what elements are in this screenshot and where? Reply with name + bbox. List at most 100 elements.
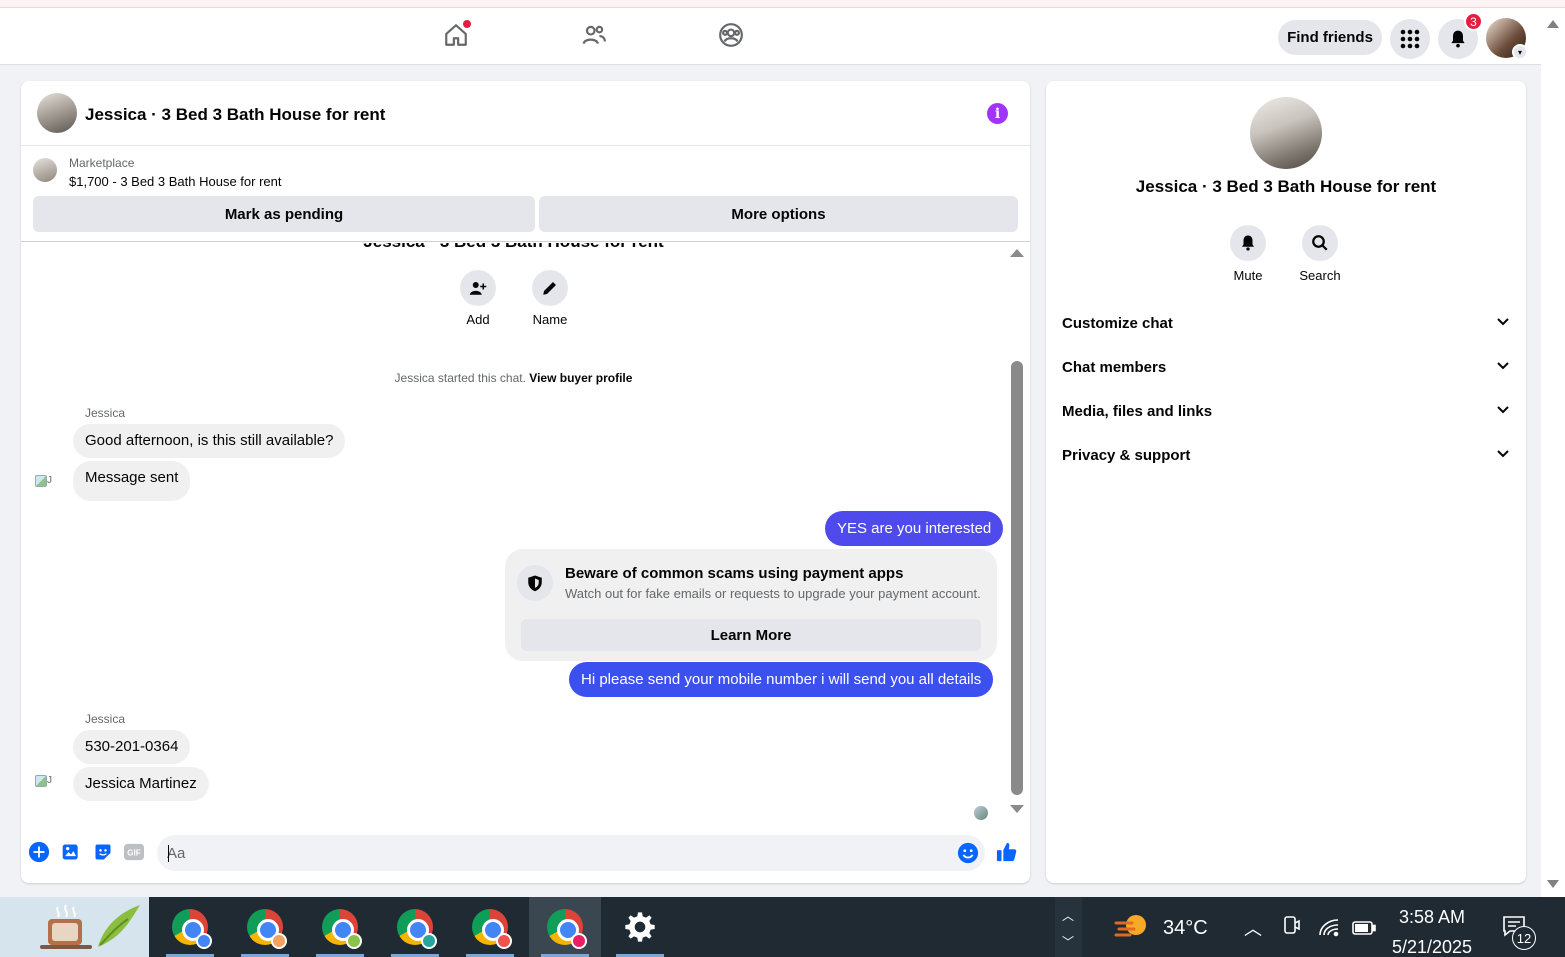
scam-warning-card: Beware of common scams using payment app… bbox=[505, 549, 997, 661]
incoming-message[interactable]: 530-201-0364 bbox=[73, 730, 191, 764]
section-customize-chat[interactable]: Customize chat bbox=[1062, 301, 1510, 345]
temperature[interactable]: 34°C bbox=[1163, 917, 1208, 940]
menu-grid-icon[interactable] bbox=[1390, 19, 1430, 59]
thumbs-up-icon[interactable] bbox=[996, 841, 1018, 863]
chevron-up-icon[interactable]: ︿ bbox=[1062, 907, 1074, 924]
chrome-profile-1-icon[interactable] bbox=[154, 897, 226, 957]
chevron-down-icon[interactable]: ▾ bbox=[1512, 44, 1528, 60]
chevron-down-icon bbox=[1496, 402, 1510, 420]
chat-avatar[interactable] bbox=[37, 93, 77, 133]
scam-warning-title: Beware of common scams using payment app… bbox=[565, 565, 904, 582]
chrome-profile-6-icon[interactable] bbox=[529, 897, 601, 957]
settings-gear-icon[interactable] bbox=[604, 897, 676, 957]
incoming-message[interactable]: Message sent bbox=[73, 461, 191, 501]
scroll-up-arrow-icon[interactable] bbox=[1547, 20, 1559, 28]
page-scrollbar[interactable] bbox=[1541, 8, 1565, 897]
name-label: Name bbox=[532, 312, 568, 327]
conversation-title: Jessica · 3 Bed 3 Bath House for rent bbox=[1135, 177, 1437, 196]
outgoing-message[interactable]: Hi please send your mobile number i will… bbox=[569, 662, 994, 697]
wifi-icon[interactable] bbox=[1318, 917, 1340, 942]
chrome-profile-3-icon[interactable] bbox=[304, 897, 376, 957]
message-input-wrapper bbox=[157, 835, 985, 871]
section-label: Customize chat bbox=[1062, 314, 1173, 332]
view-buyer-profile-link[interactable]: View buyer profile bbox=[529, 371, 632, 385]
info-icon[interactable]: i bbox=[987, 103, 1008, 124]
gif-icon[interactable]: GIF bbox=[123, 841, 145, 863]
sender-name: Jessica bbox=[85, 712, 126, 726]
chat-scrollbar[interactable] bbox=[1006, 243, 1030, 821]
chat-panel: Jessica · 3 Bed 3 Bath House for rent i … bbox=[21, 81, 1030, 883]
chrome-profile-4-icon[interactable] bbox=[379, 897, 451, 957]
sender-avatar-broken[interactable]: J bbox=[35, 775, 63, 803]
scroll-up-arrow-icon[interactable] bbox=[1010, 249, 1024, 257]
learn-more-button[interactable]: Learn More bbox=[521, 619, 981, 651]
battery-icon[interactable] bbox=[1352, 919, 1376, 940]
photo-icon[interactable] bbox=[60, 841, 82, 863]
shield-icon bbox=[517, 565, 553, 601]
message-list: Jessica · 3 Bed 3 Bath House for rent Ad… bbox=[21, 243, 1030, 821]
clock-date: 5/21/2025 bbox=[1391, 937, 1473, 957]
emoji-icon[interactable] bbox=[957, 842, 979, 869]
camera-icon[interactable] bbox=[1283, 915, 1301, 940]
chevron-down-icon bbox=[1496, 358, 1510, 376]
section-chat-members[interactable]: Chat members bbox=[1062, 345, 1510, 389]
notification-count-badge: 3 bbox=[1464, 12, 1483, 31]
home-icon[interactable] bbox=[441, 20, 471, 50]
scroll-thumb[interactable] bbox=[1011, 361, 1023, 795]
search-icon bbox=[1302, 225, 1338, 261]
chat-started-notice: Jessica started this chat. View buyer pr… bbox=[21, 371, 1006, 385]
section-media-files-links[interactable]: Media, files and links bbox=[1062, 389, 1510, 433]
conversation-title-cutoff: Jessica · 3 Bed 3 Bath House for rent bbox=[21, 243, 1006, 252]
outgoing-message[interactable]: YES are you interested bbox=[825, 511, 1004, 546]
groups-icon[interactable] bbox=[716, 20, 746, 50]
sticker-icon[interactable] bbox=[92, 841, 114, 863]
listing-source: Marketplace bbox=[69, 156, 135, 170]
svg-text:GIF: GIF bbox=[127, 849, 141, 858]
text-cursor bbox=[168, 845, 169, 862]
add-label: Add bbox=[466, 312, 490, 327]
widgets-tea-icon[interactable] bbox=[0, 897, 149, 957]
mute-button[interactable]: Mute bbox=[1218, 225, 1278, 283]
plus-circle-icon[interactable] bbox=[28, 841, 50, 863]
friends-icon[interactable] bbox=[579, 20, 609, 50]
message-input[interactable] bbox=[167, 835, 927, 871]
clock-time: 3:58 AM bbox=[1398, 907, 1466, 927]
more-options-button[interactable]: More options bbox=[539, 196, 1018, 232]
scam-warning-text: Watch out for fake emails or requests to… bbox=[565, 586, 981, 601]
message-composer: GIF bbox=[21, 831, 1030, 875]
search-button[interactable]: Search bbox=[1290, 225, 1350, 283]
mute-label: Mute bbox=[1233, 268, 1263, 283]
chrome-profile-5-icon[interactable] bbox=[454, 897, 526, 957]
taskbar-scroll[interactable]: ︿ ﹀ bbox=[1055, 897, 1082, 957]
chevron-up-icon[interactable]: ︿ bbox=[1244, 915, 1262, 941]
chat-info-panel: Jessica · 3 Bed 3 Bath House for rent Mu… bbox=[1046, 81, 1526, 883]
chrome-profile-2-icon[interactable] bbox=[229, 897, 301, 957]
seen-avatar-icon bbox=[974, 806, 988, 820]
incoming-message[interactable]: Jessica Martinez bbox=[73, 767, 209, 801]
home-notification-dot bbox=[463, 20, 471, 28]
section-label: Chat members bbox=[1062, 358, 1167, 376]
browser-top-strip bbox=[0, 0, 1565, 8]
find-friends-button[interactable]: Find friends bbox=[1278, 20, 1382, 55]
conversation-avatar[interactable] bbox=[1250, 97, 1322, 169]
mark-as-pending-button[interactable]: Mark as pending bbox=[33, 196, 535, 232]
scroll-down-arrow-icon[interactable] bbox=[1010, 805, 1024, 813]
sender-avatar-broken[interactable]: J bbox=[35, 475, 63, 503]
pencil-icon[interactable] bbox=[532, 270, 568, 306]
sender-name: Jessica bbox=[85, 406, 126, 420]
notification-count-badge: 12 bbox=[1512, 926, 1536, 950]
top-navbar: Find friends 3 ▾ bbox=[0, 8, 1541, 65]
chat-started-text: Jessica started this chat. bbox=[394, 371, 526, 385]
listing-thumbnail[interactable] bbox=[33, 158, 57, 182]
search-label: Search bbox=[1299, 268, 1341, 283]
incoming-message[interactable]: Good afternoon, is this still available? bbox=[73, 424, 346, 458]
chevron-down-icon[interactable]: ﹀ bbox=[1062, 933, 1074, 950]
add-person-icon[interactable] bbox=[460, 270, 496, 306]
system-clock[interactable]: 3:58 AM 5/21/2025 bbox=[1384, 905, 1480, 957]
section-privacy-support[interactable]: Privacy & support bbox=[1062, 433, 1510, 477]
listing-price-title[interactable]: $1,700 - 3 Bed 3 Bath House for rent bbox=[69, 174, 281, 189]
listing-bar: Marketplace $1,700 - 3 Bed 3 Bath House … bbox=[21, 146, 1030, 242]
scroll-down-arrow-icon[interactable] bbox=[1547, 880, 1559, 888]
chat-title[interactable]: Jessica · 3 Bed 3 Bath House for rent bbox=[85, 105, 385, 125]
weather-icon[interactable] bbox=[1114, 911, 1152, 948]
